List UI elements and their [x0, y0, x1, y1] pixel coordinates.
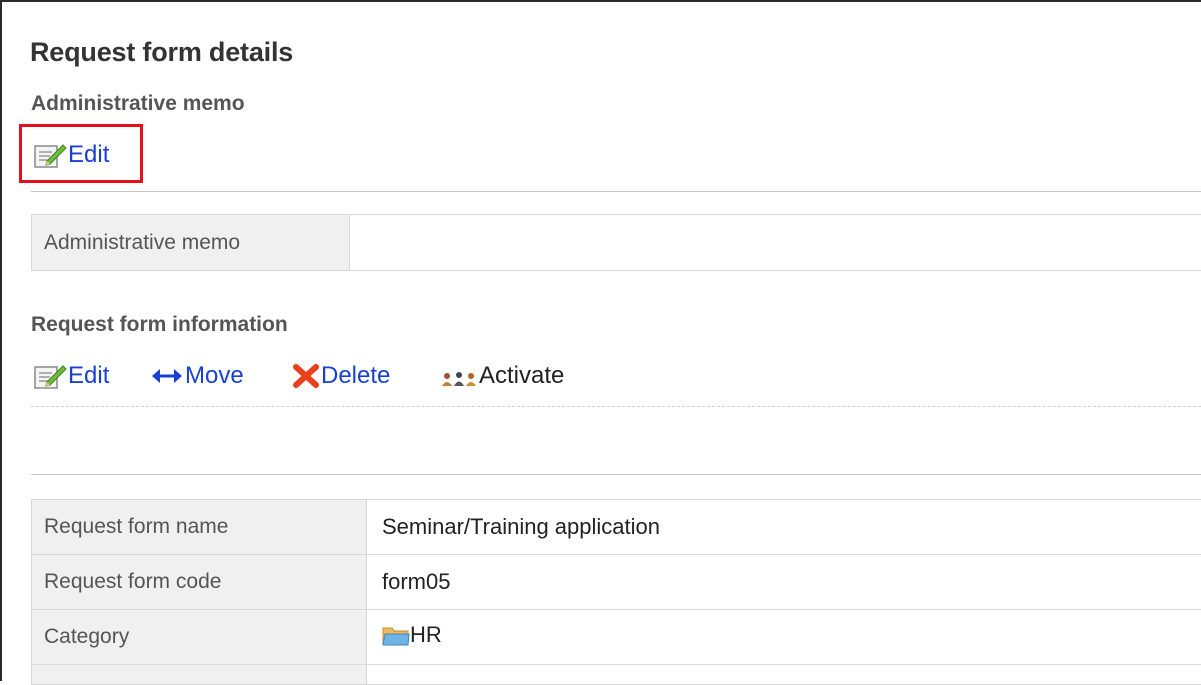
- category-value-cell: HR: [367, 610, 1201, 665]
- edit-highlight-box: [19, 124, 143, 183]
- admin-memo-label: Administrative memo: [32, 215, 350, 271]
- admin-memo-heading: Administrative memo: [31, 91, 245, 117]
- form-code-label: Request form code: [32, 555, 367, 610]
- form-info-table: Request form name Seminar/Training appli…: [31, 499, 1201, 685]
- delete-x-icon: [292, 363, 320, 389]
- activate-users-icon: [440, 364, 478, 388]
- page-title: Request form details: [30, 34, 293, 70]
- form-edit-label: Edit: [68, 361, 109, 391]
- table-row: Request form code form05: [32, 555, 1201, 610]
- folder-icon: [382, 623, 410, 647]
- admin-memo-table: Administrative memo: [31, 214, 1201, 271]
- table-row: Administrative memo: [32, 215, 1201, 271]
- admin-memo-value: [350, 215, 1201, 271]
- divider: [31, 191, 1201, 192]
- activate-label: Activate: [479, 361, 564, 391]
- form-edit-link[interactable]: Edit: [33, 361, 109, 391]
- divider: [31, 406, 1201, 407]
- delete-label: Delete: [321, 361, 390, 391]
- category-label: Category: [32, 610, 367, 665]
- form-name-value: Seminar/Training application: [367, 500, 1201, 555]
- delete-link[interactable]: Delete: [292, 361, 390, 391]
- move-link[interactable]: Move: [150, 361, 244, 391]
- form-info-heading: Request form information: [31, 312, 288, 338]
- form-name-label: Request form name: [32, 500, 367, 555]
- form-code-value: form05: [367, 555, 1201, 610]
- table-row: Category HR: [32, 610, 1201, 665]
- category-value: HR: [410, 622, 442, 648]
- move-label: Move: [185, 361, 244, 391]
- divider: [31, 474, 1201, 475]
- move-arrows-icon: [150, 364, 184, 388]
- table-row: [32, 665, 1201, 685]
- table-row: Request form name Seminar/Training appli…: [32, 500, 1201, 555]
- activate-link[interactable]: Activate: [440, 361, 564, 391]
- edit-icon: [33, 362, 67, 390]
